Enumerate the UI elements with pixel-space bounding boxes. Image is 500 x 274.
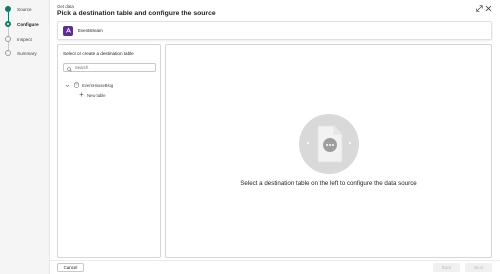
plus-icon	[79, 92, 84, 98]
tree-item-database[interactable]: EventHouseBlog	[65, 82, 113, 89]
new-table-label: New table	[87, 92, 106, 98]
step-label: Inspect	[17, 36, 32, 42]
step-label: Source	[17, 6, 32, 12]
expand-icon[interactable]	[475, 4, 483, 12]
close-icon[interactable]	[484, 4, 492, 12]
dialog-subtitle: Get data	[57, 4, 74, 9]
eventstream-icon	[63, 25, 73, 36]
step-current-icon	[5, 21, 11, 27]
step-source: Source	[5, 4, 32, 14]
source-card: Eventstream	[57, 21, 492, 40]
step-label: Summary	[17, 50, 37, 56]
new-table-button[interactable]: New table	[79, 92, 106, 98]
wizard-steps-rail: Source Configure Inspect Summary	[0, 0, 50, 274]
database-icon	[74, 82, 79, 89]
chevron-down-icon[interactable]	[65, 83, 70, 89]
step-inspect: Inspect	[5, 34, 32, 44]
empty-state-message: Select a destination table on the left t…	[240, 180, 417, 187]
step-done-icon	[5, 6, 11, 12]
dialog-title: Pick a destination table and configure t…	[57, 10, 216, 17]
step-configure: Configure	[5, 19, 39, 29]
step-pending-icon	[5, 50, 11, 56]
destination-panel-title: Select or create a destination table	[63, 51, 134, 56]
configure-area: Select a destination table on the left t…	[165, 44, 492, 258]
search-icon	[67, 59, 72, 77]
next-button[interactable]: Next	[465, 263, 492, 272]
search-input[interactable]	[75, 65, 155, 70]
database-name: EventHouseBlog	[82, 83, 114, 88]
step-summary: Summary	[5, 48, 37, 58]
destination-panel: Select or create a destination table Eve…	[57, 44, 161, 258]
step-label: Configure	[17, 21, 39, 27]
back-button[interactable]: Back	[433, 263, 460, 272]
footer-divider	[50, 260, 500, 261]
step-pending-icon	[5, 36, 11, 42]
empty-state-illustration	[299, 114, 359, 174]
source-name: Eventstream	[78, 28, 103, 33]
search-box[interactable]	[63, 63, 156, 72]
cancel-button[interactable]: Cancel	[57, 263, 84, 272]
